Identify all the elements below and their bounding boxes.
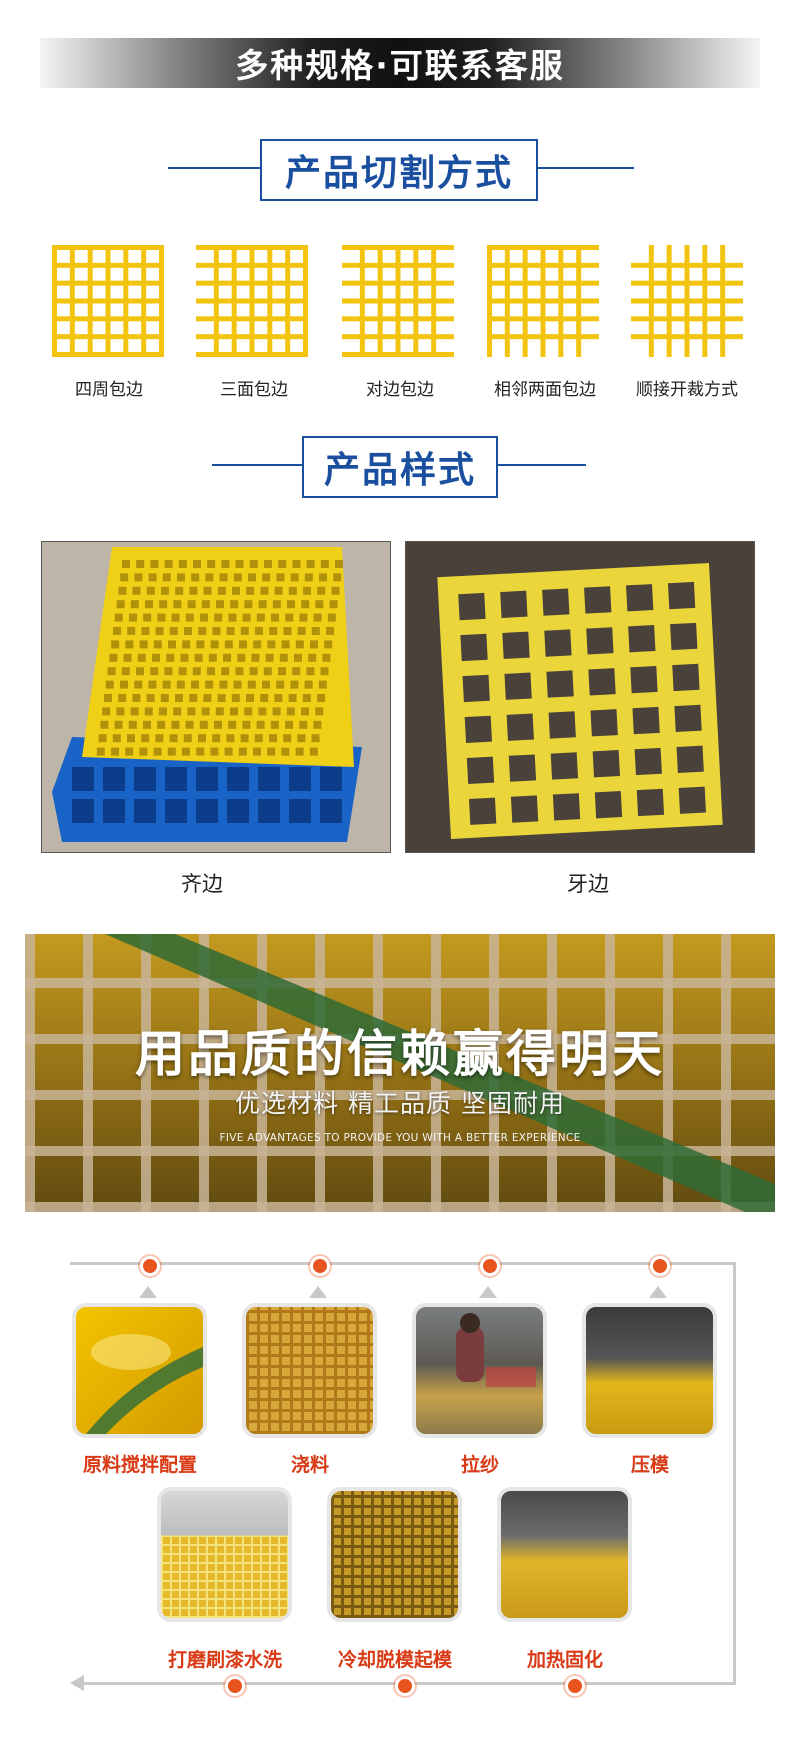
step-label-3: 拉纱 — [460, 1454, 499, 1476]
styles-title-text: 产品样式 — [323, 450, 476, 491]
cut-label-4: 相邻两面包边 — [494, 380, 596, 400]
title-line-right-2 — [494, 464, 586, 466]
process-dot-6-icon — [395, 1676, 415, 1696]
step-mixing-photo — [72, 1303, 207, 1438]
step-drawing-photo — [412, 1303, 547, 1438]
cut-label-2: 三面包边 — [220, 380, 288, 400]
cut-pattern-1-icon — [52, 245, 164, 357]
cut-pattern-3-icon — [342, 245, 454, 357]
process-up-arrow-icon — [479, 1286, 497, 1298]
cutting-title-text: 产品切割方式 — [284, 153, 513, 194]
step-label-5: 打磨刷漆水洗 — [167, 1649, 282, 1671]
top-banner: 多种规格·可联系客服 — [40, 38, 760, 88]
cut-label-5: 顺接开裁方式 — [636, 380, 738, 400]
process-up-arrow-icon — [649, 1286, 667, 1298]
quality-subtitle: 优选材料 精工品质 坚固耐用 — [235, 1089, 565, 1118]
step-label-7: 加热固化 — [526, 1649, 603, 1671]
process-dot-5-icon — [225, 1676, 245, 1696]
process-dot-2-icon — [310, 1256, 330, 1276]
quality-title: 用品质的信赖赢得明天 — [135, 1025, 665, 1083]
step-curing-photo — [497, 1487, 632, 1622]
step-label-2: 浇料 — [290, 1454, 329, 1476]
cutting-section-title: 产品切割方式 — [260, 139, 538, 201]
process-dot-3-icon — [480, 1256, 500, 1276]
step-molding-photo — [582, 1303, 717, 1438]
process-dot-1-icon — [140, 1256, 160, 1276]
style-label-2: 牙边 — [567, 872, 609, 896]
tooth-edge-photo — [405, 541, 755, 853]
cut-pattern-2-icon — [196, 245, 308, 357]
title-line-right — [534, 167, 634, 169]
cut-pattern-5-icon — [631, 245, 743, 357]
styles-section-title: 产品样式 — [302, 436, 498, 498]
step-sanding-photo — [157, 1487, 292, 1622]
process-dot-4-icon — [650, 1256, 670, 1276]
step-pouring-photo — [242, 1303, 377, 1438]
process-arrow-icon — [70, 1675, 84, 1691]
style-label-1: 齐边 — [181, 872, 223, 896]
cut-label-3: 对边包边 — [366, 380, 434, 400]
step-demolding-photo — [327, 1487, 462, 1622]
process-dot-7-icon — [565, 1676, 585, 1696]
process-line-top — [70, 1262, 735, 1265]
step-label-4: 压模 — [630, 1454, 669, 1476]
flush-edge-photo — [41, 541, 391, 853]
step-label-1: 原料搅拌配置 — [82, 1454, 197, 1476]
cut-label-1: 四周包边 — [75, 380, 143, 400]
cut-pattern-4-icon — [487, 245, 599, 357]
quality-banner: 用品质的信赖赢得明天 优选材料 精工品质 坚固耐用 FIVE ADVANTAGE… — [25, 934, 775, 1212]
process-up-arrow-icon — [139, 1286, 157, 1298]
title-line-left-2 — [212, 464, 304, 466]
process-up-arrow-icon — [309, 1286, 327, 1298]
step-label-6: 冷却脱模起模 — [337, 1649, 452, 1671]
quality-english: FIVE ADVANTAGES TO PROVIDE YOU WITH A BE… — [219, 1132, 581, 1144]
banner-title: 多种规格·可联系客服 — [235, 46, 565, 85]
